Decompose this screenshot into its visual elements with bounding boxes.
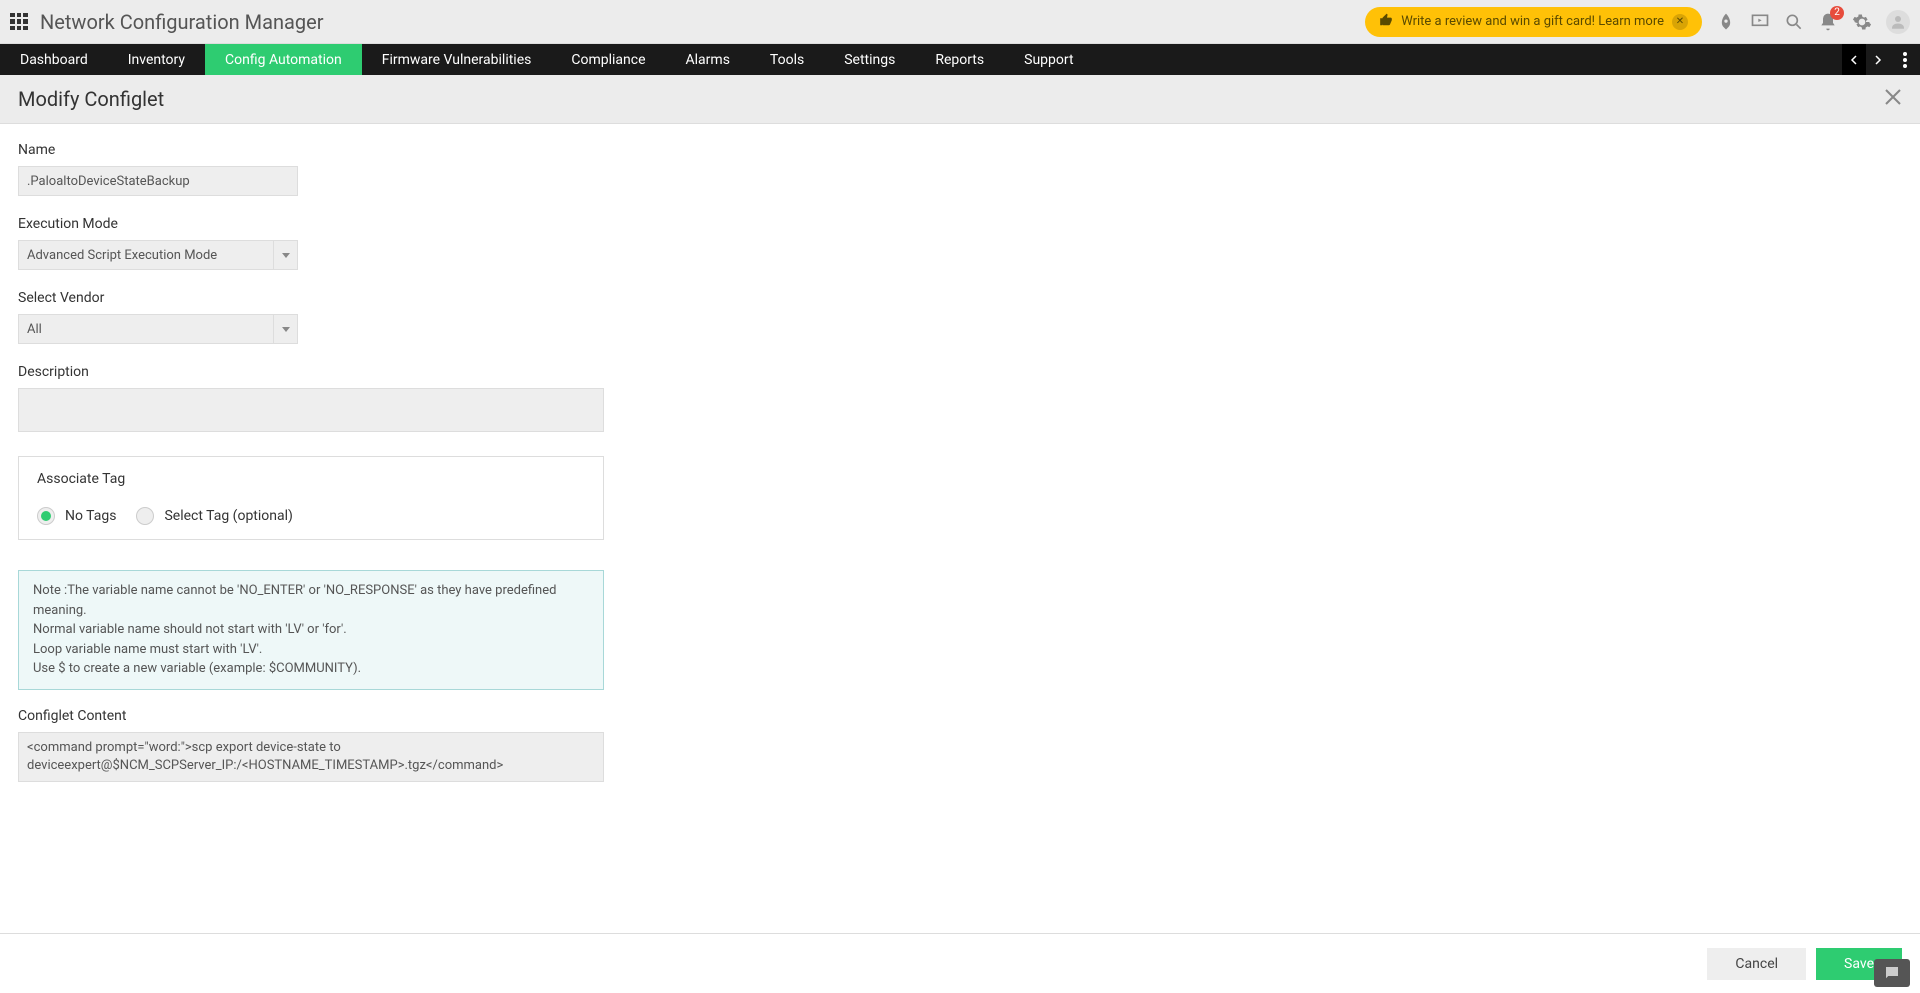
nav-tools[interactable]: Tools bbox=[750, 44, 824, 75]
chat-icon[interactable] bbox=[1874, 959, 1910, 987]
thumbs-up-icon bbox=[1379, 13, 1393, 31]
page-header: Modify Configlet bbox=[0, 75, 1920, 124]
nav-compliance[interactable]: Compliance bbox=[551, 44, 665, 75]
apps-grid-icon[interactable] bbox=[10, 13, 28, 31]
promo-banner[interactable]: Write a review and win a gift card! Lear… bbox=[1365, 7, 1702, 37]
notification-badge: 2 bbox=[1830, 6, 1844, 20]
user-avatar[interactable] bbox=[1886, 10, 1910, 34]
description-label: Description bbox=[18, 364, 1902, 380]
nav-inventory[interactable]: Inventory bbox=[108, 44, 205, 75]
exec-mode-value: Advanced Script Execution Mode bbox=[27, 248, 217, 263]
nav-firmware-vulnerabilities[interactable]: Firmware Vulnerabilities bbox=[362, 44, 552, 75]
note-line-3: Loop variable name must start with 'LV'. bbox=[33, 640, 589, 660]
nav-reports[interactable]: Reports bbox=[915, 44, 1004, 75]
main-nav: Dashboard Inventory Config Automation Fi… bbox=[0, 44, 1920, 75]
exec-mode-label: Execution Mode bbox=[18, 216, 1902, 232]
description-input[interactable] bbox=[18, 388, 604, 432]
nav-more-icon[interactable] bbox=[1890, 44, 1920, 75]
radio-select-tag[interactable] bbox=[136, 507, 154, 525]
bell-icon[interactable]: 2 bbox=[1818, 12, 1838, 32]
note-line-1: Note :The variable name cannot be 'NO_EN… bbox=[33, 581, 589, 620]
radio-select-tag-label: Select Tag (optional) bbox=[164, 508, 292, 524]
footer-bar: Cancel Save bbox=[0, 933, 1920, 993]
promo-close-icon[interactable]: ✕ bbox=[1672, 14, 1688, 30]
associate-tag-box: Associate Tag No Tags Select Tag (option… bbox=[18, 456, 604, 540]
nav-alarms[interactable]: Alarms bbox=[666, 44, 750, 75]
form-body: Name Execution Mode Advanced Script Exec… bbox=[0, 124, 1920, 933]
vendor-select[interactable]: All bbox=[18, 314, 298, 344]
note-line-2: Normal variable name should not start wi… bbox=[33, 620, 589, 640]
vendor-value: All bbox=[27, 322, 42, 337]
nav-prev-icon[interactable] bbox=[1842, 44, 1866, 75]
chevron-down-icon bbox=[273, 315, 297, 343]
page-title: Modify Configlet bbox=[18, 87, 164, 111]
configlet-content-input[interactable]: <command prompt="word:">scp export devic… bbox=[18, 732, 604, 782]
cancel-button[interactable]: Cancel bbox=[1707, 948, 1806, 980]
radio-no-tags-label: No Tags bbox=[65, 508, 116, 524]
promo-text: Write a review and win a gift card! Lear… bbox=[1401, 14, 1664, 29]
vendor-label: Select Vendor bbox=[18, 290, 1902, 306]
radio-no-tags[interactable] bbox=[37, 507, 55, 525]
nav-settings[interactable]: Settings bbox=[824, 44, 915, 75]
nav-config-automation[interactable]: Config Automation bbox=[205, 44, 362, 75]
note-line-4: Use $ to create a new variable (example:… bbox=[33, 659, 589, 679]
search-icon[interactable] bbox=[1784, 12, 1804, 32]
rocket-icon[interactable] bbox=[1716, 12, 1736, 32]
gear-icon[interactable] bbox=[1852, 12, 1872, 32]
nav-dashboard[interactable]: Dashboard bbox=[0, 44, 108, 75]
nav-next-icon[interactable] bbox=[1866, 44, 1890, 75]
top-header: Network Configuration Manager Write a re… bbox=[0, 0, 1920, 44]
nav-support[interactable]: Support bbox=[1004, 44, 1093, 75]
name-input[interactable] bbox=[18, 166, 298, 196]
app-title: Network Configuration Manager bbox=[40, 10, 324, 34]
associate-tag-title: Associate Tag bbox=[37, 471, 585, 487]
exec-mode-select[interactable]: Advanced Script Execution Mode bbox=[18, 240, 298, 270]
configlet-content-label: Configlet Content bbox=[18, 708, 1902, 724]
name-label: Name bbox=[18, 142, 1902, 158]
presentation-icon[interactable] bbox=[1750, 12, 1770, 32]
close-icon[interactable] bbox=[1884, 88, 1902, 110]
chevron-down-icon bbox=[273, 241, 297, 269]
variable-note-box: Note :The variable name cannot be 'NO_EN… bbox=[18, 570, 604, 690]
